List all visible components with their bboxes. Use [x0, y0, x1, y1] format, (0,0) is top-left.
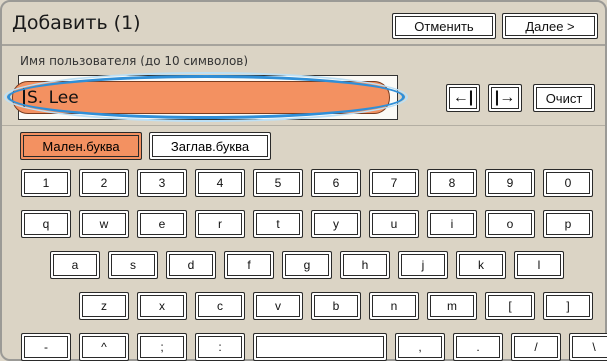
key[interactable]: ] — [543, 292, 593, 320]
key[interactable]: 0 — [543, 169, 593, 197]
key[interactable]: 4 — [195, 169, 245, 197]
key[interactable]: f — [224, 251, 274, 279]
key[interactable]: : — [195, 333, 245, 361]
key[interactable]: x — [137, 292, 187, 320]
key[interactable]: y — [311, 210, 361, 238]
key[interactable]: c — [195, 292, 245, 320]
key-space[interactable] — [253, 333, 387, 361]
key[interactable]: r — [195, 210, 245, 238]
username-input-value: S. Lee — [27, 87, 79, 108]
key[interactable]: 9 — [485, 169, 535, 197]
key[interactable]: , — [395, 333, 445, 361]
key[interactable]: 2 — [79, 169, 129, 197]
key[interactable]: [ — [485, 292, 535, 320]
key[interactable]: h — [340, 251, 390, 279]
key[interactable]: p — [543, 210, 593, 238]
key[interactable]: w — [79, 210, 129, 238]
key[interactable]: j — [398, 251, 448, 279]
key[interactable]: q — [21, 210, 71, 238]
text-cursor — [23, 88, 25, 107]
key[interactable]: k — [456, 251, 506, 279]
clear-button[interactable]: Очист — [533, 84, 595, 112]
next-button[interactable]: Далее > — [502, 13, 598, 39]
key[interactable]: m — [427, 292, 477, 320]
username-field-label: Имя пользователя (до 10 символов) — [20, 54, 249, 66]
key[interactable]: . — [453, 333, 503, 361]
key[interactable]: 6 — [311, 169, 361, 197]
key[interactable]: a — [50, 251, 100, 279]
title-divider — [2, 44, 605, 46]
username-input[interactable]: S. Lee — [12, 81, 390, 114]
cancel-button[interactable]: Отменить — [392, 13, 496, 39]
section-divider — [2, 125, 605, 126]
key[interactable]: o — [485, 210, 535, 238]
key[interactable]: v — [253, 292, 303, 320]
key[interactable]: 8 — [427, 169, 477, 197]
key[interactable]: n — [369, 292, 419, 320]
key[interactable]: t — [253, 210, 303, 238]
key[interactable]: i — [427, 210, 477, 238]
key[interactable]: \ — [569, 333, 607, 361]
key[interactable]: l — [514, 251, 564, 279]
key[interactable]: ^ — [79, 333, 129, 361]
key[interactable]: 3 — [137, 169, 187, 197]
uppercase-mode-button[interactable]: Заглав.буква — [149, 132, 271, 160]
key[interactable]: z — [79, 292, 129, 320]
key[interactable]: - — [21, 333, 71, 361]
cursor-right-button[interactable]: |→ — [488, 84, 522, 112]
key[interactable]: 5 — [253, 169, 303, 197]
key[interactable]: 7 — [369, 169, 419, 197]
key[interactable]: s — [108, 251, 158, 279]
key[interactable]: e — [137, 210, 187, 238]
lowercase-mode-button[interactable]: Мален.буква — [20, 132, 142, 160]
key[interactable]: ; — [137, 333, 187, 361]
key[interactable]: u — [369, 210, 419, 238]
dialog-title: Добавить (1) — [12, 12, 141, 34]
cursor-left-button[interactable]: ←| — [446, 84, 480, 112]
key[interactable]: g — [282, 251, 332, 279]
key[interactable]: 1 — [21, 169, 71, 197]
key[interactable]: d — [166, 251, 216, 279]
key[interactable]: / — [511, 333, 561, 361]
key[interactable]: b — [311, 292, 361, 320]
